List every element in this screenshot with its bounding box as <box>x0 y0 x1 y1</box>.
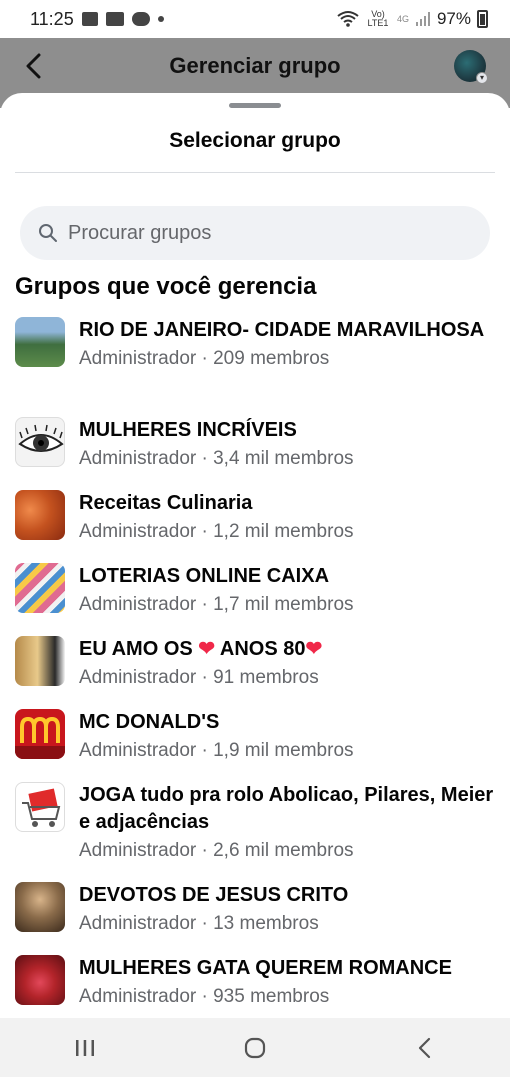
group-item-mulheres-gata[interactable]: MULHERES GATA QUEREM ROMANCE Administrad… <box>0 955 510 1011</box>
divider <box>15 172 495 173</box>
page-title: Gerenciar grupo <box>169 53 341 78</box>
group-name: JOGA tudo pra rolo Abolicao, Pilares, Me… <box>79 784 494 833</box>
battery-icon <box>477 10 488 28</box>
network-type-label: 4G <box>396 13 409 24</box>
select-group-sheet: Selecionar grupo Grupos que você gerenci… <box>0 93 510 1018</box>
group-thumbnail <box>15 563 65 613</box>
section-heading: Grupos que você gerencia <box>15 273 317 300</box>
status-bar: 11:25 Vo) LTE1 4G 97% <box>0 0 510 38</box>
group-meta: Administrador · 2,6 mil membros <box>79 840 354 861</box>
group-meta: Administrador · 1,2 mil membros <box>79 521 354 542</box>
group-name: EU AMO OS ❤ ANOS 80❤ <box>79 636 499 663</box>
group-item-mulheres-incriveis[interactable]: MULHERES INCRÍVEIS Administrador · 3,4 m… <box>0 417 510 473</box>
group-thumbnail <box>15 955 65 1005</box>
search-icon <box>39 224 57 242</box>
group-meta: Administrador · 1,9 mil membros <box>79 740 354 761</box>
cleaning-notification-icon <box>105 12 124 26</box>
incognito-notification-icon <box>131 12 150 26</box>
home-button[interactable] <box>235 1028 275 1068</box>
group-item-loterias-online-caixa[interactable]: LOTERIAS ONLINE CAIXA Administrador · 1,… <box>0 563 510 619</box>
group-name: Receitas Culinaria <box>79 492 253 514</box>
recents-button[interactable] <box>65 1028 105 1068</box>
group-name-prefix: EU AMO OS <box>79 638 193 660</box>
group-name: LOTERIAS ONLINE CAIXA <box>79 565 330 587</box>
group-meta: Administrador · 1,7 mil membros <box>79 594 354 615</box>
search-input[interactable] <box>68 221 448 245</box>
gallery-notification-icon <box>81 12 98 26</box>
recents-icon <box>76 1039 94 1056</box>
volte-label: Vo) LTE1 <box>367 9 389 28</box>
group-name: MULHERES INCRÍVEIS <box>79 419 297 441</box>
status-time: 11:25 <box>30 8 74 29</box>
group-item-mc-donalds[interactable]: MC DONALD'S Administrador · 1,9 mil memb… <box>0 709 510 765</box>
group-meta: Administrador · 91 membros <box>79 667 319 688</box>
group-name: MULHERES GATA QUEREM ROMANCE <box>79 957 452 979</box>
group-thumbnail <box>15 417 65 467</box>
back-icon <box>418 1037 431 1058</box>
group-meta: Administrador · 935 membros <box>79 986 330 1007</box>
more-notifications-icon <box>157 16 164 22</box>
group-item-eu-amo-anos-80[interactable]: EU AMO OS ❤ ANOS 80❤ Administrador · 91 … <box>0 636 510 692</box>
group-thumbnail <box>15 782 65 832</box>
sheet-title: Selecionar grupo <box>169 129 341 152</box>
group-meta: Administrador · 13 membros <box>79 913 319 934</box>
group-item-rio-de-janeiro[interactable]: RIO DE JANEIRO- CIDADE MARAVILHOSA Admin… <box>0 317 510 399</box>
sheet-drag-handle[interactable] <box>229 103 281 108</box>
group-item-receitas-culinaria[interactable]: Receitas Culinaria Administrador · 1,2 m… <box>0 490 510 546</box>
group-item-joga-tudo-pra-rolo[interactable]: JOGA tudo pra rolo Abolicao, Pilares, Me… <box>0 782 510 864</box>
battery-percent: 97% <box>436 9 471 28</box>
search-box[interactable] <box>20 206 490 260</box>
system-nav-bar <box>0 1018 510 1077</box>
group-meta: Administrador · 209 membros <box>79 348 330 369</box>
group-thumbnail <box>15 490 65 540</box>
chevron-down-icon: ▾ <box>476 72 488 84</box>
home-icon <box>244 1037 266 1058</box>
group-name: MC DONALD'S <box>79 711 220 733</box>
group-name-suffix: ANOS 80 <box>219 638 306 660</box>
group-thumbnail <box>15 882 65 932</box>
signal-icon <box>415 12 430 26</box>
group-thumbnail <box>15 317 65 367</box>
group-thumbnail <box>15 709 65 759</box>
group-name: DEVOTOS DE JESUS CRITO <box>79 884 349 906</box>
group-name: RIO DE JANEIRO- CIDADE MARAVILHOSA <box>79 319 485 341</box>
group-item-devotos-de-jesus[interactable]: DEVOTOS DE JESUS CRITO Administrador · 1… <box>0 882 510 938</box>
group-thumbnail <box>15 636 65 686</box>
system-back-button[interactable] <box>405 1028 445 1068</box>
heart-icon: ❤ <box>305 638 323 660</box>
group-meta: Administrador · 3,4 mil membros <box>79 448 354 469</box>
wifi-icon <box>337 11 359 27</box>
heart-icon: ❤ <box>198 638 216 660</box>
